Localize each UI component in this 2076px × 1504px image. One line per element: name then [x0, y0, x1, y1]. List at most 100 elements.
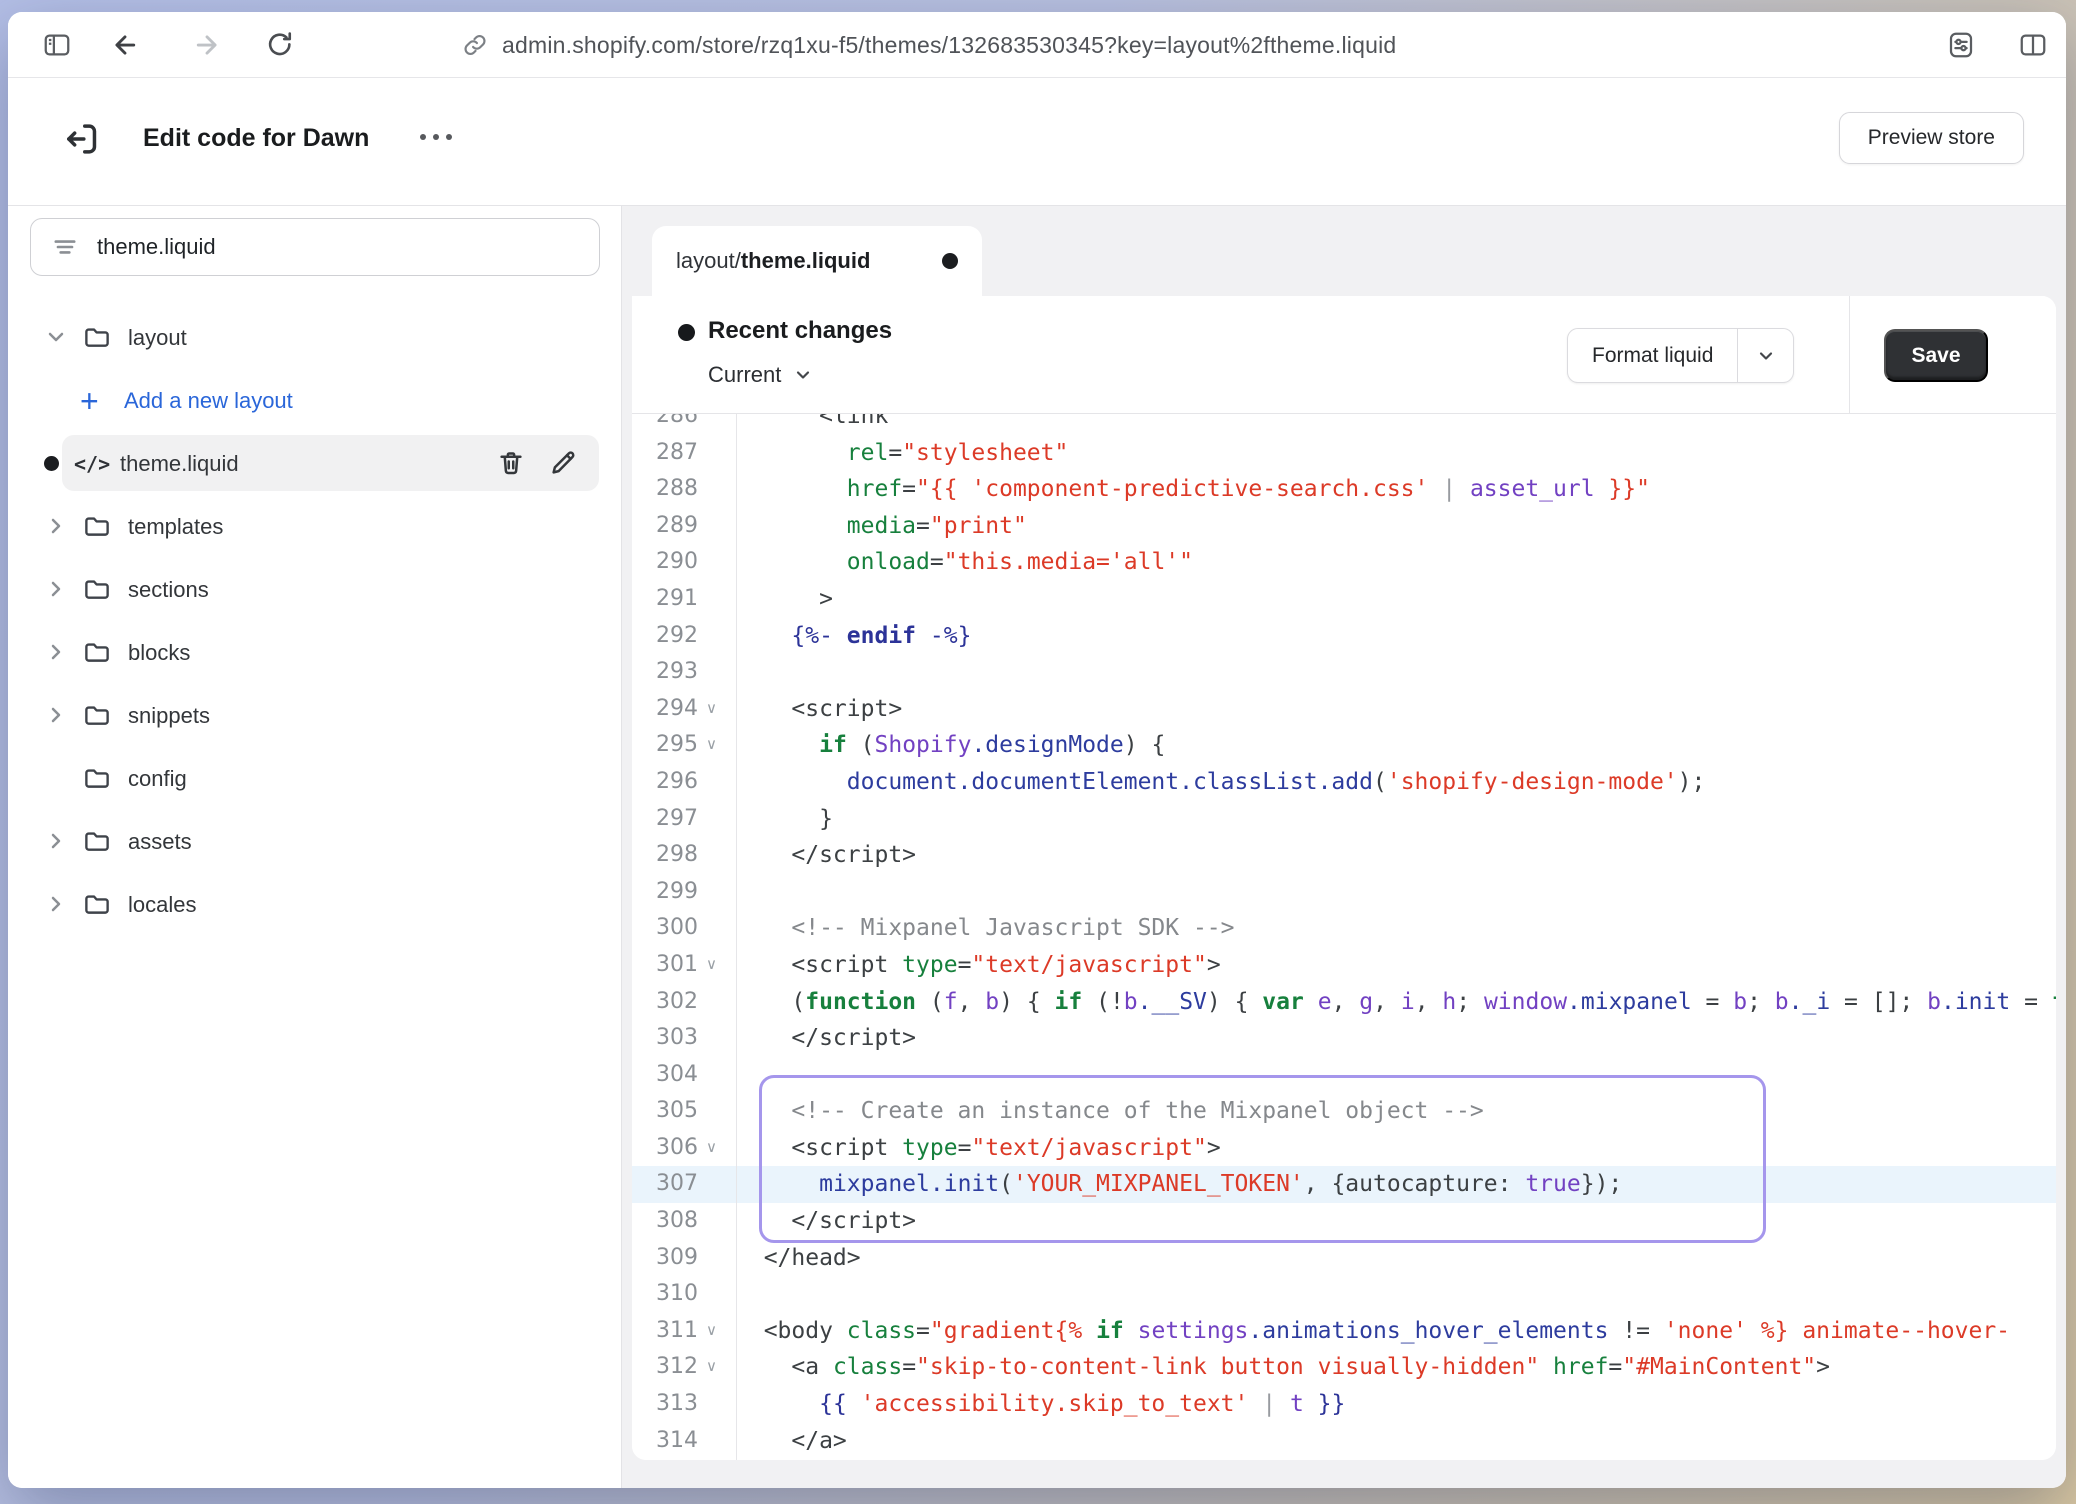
fold-toggle-icon[interactable]: ∨ — [698, 691, 736, 728]
code-editor[interactable]: 286 <link287 rel="stylesheet"288 href="{… — [632, 414, 2056, 1460]
fold-spacer — [698, 837, 736, 874]
more-options-icon[interactable] — [420, 134, 452, 140]
chevron-right-icon[interactable] — [44, 829, 68, 853]
code-text: </a> — [736, 1423, 847, 1460]
chevron-right-icon[interactable] — [44, 514, 68, 538]
code-text: media="print" — [736, 508, 1027, 545]
line-number: 303 — [632, 1020, 698, 1057]
recent-changes-title: Recent changes — [708, 317, 892, 345]
code-line-289[interactable]: 289 media="print" — [632, 508, 2056, 545]
code-line-290[interactable]: 290 onload="this.media='all'" — [632, 544, 2056, 581]
fold-toggle-icon[interactable]: ∨ — [698, 1130, 736, 1167]
code-text: } — [736, 801, 833, 838]
version-selector[interactable]: Current — [708, 362, 813, 388]
fold-spacer — [698, 414, 736, 435]
code-text: </script> — [736, 1020, 916, 1057]
sidebar-folder-layout[interactable]: layout — [8, 306, 621, 369]
sidebar-folder-blocks[interactable]: blocks — [8, 621, 621, 684]
code-line-307[interactable]: 307 mixpanel.init('YOUR_MIXPANEL_TOKEN',… — [632, 1166, 2056, 1203]
code-line-291[interactable]: 291 > — [632, 581, 2056, 618]
chevron-down-icon[interactable] — [44, 325, 68, 349]
code-line-313[interactable]: 313 {{ 'accessibility.skip_to_text' | t … — [632, 1386, 2056, 1423]
fold-spacer — [698, 471, 736, 508]
code-line-294[interactable]: 294∨ <script> — [632, 691, 2056, 728]
chevron-right-icon[interactable] — [44, 703, 68, 727]
code-line-301[interactable]: 301∨ <script type="text/javascript"> — [632, 947, 2056, 984]
code-line-310[interactable]: 310 — [632, 1276, 2056, 1313]
code-line-286[interactable]: 286 <link — [632, 414, 2056, 435]
line-number: 298 — [632, 837, 698, 874]
fold-toggle-icon[interactable]: ∨ — [698, 947, 736, 984]
code-line-292[interactable]: 292 {%- endif -%} — [632, 618, 2056, 655]
line-number: 289 — [632, 508, 698, 545]
chevron-right-icon[interactable] — [44, 577, 68, 601]
code-text: <script type="text/javascript"> — [736, 947, 1221, 984]
search-input[interactable] — [30, 218, 600, 276]
code-line-302[interactable]: 302 (function (f, b) { if (!b.__SV) { va… — [632, 984, 2056, 1021]
code-line-311[interactable]: 311∨ <body class="gradient{% if settings… — [632, 1313, 2056, 1350]
forward-icon[interactable] — [192, 30, 222, 60]
browser-window: admin.shopify.com/store/rzq1xu-f5/themes… — [8, 12, 2066, 1488]
code-text: if (Shopify.designMode) { — [736, 727, 1165, 764]
code-line-308[interactable]: 308 </script> — [632, 1203, 2056, 1240]
add-new-layout-button[interactable]: +Add a new layout — [8, 369, 621, 432]
fold-spacer — [698, 581, 736, 618]
fold-toggle-icon[interactable]: ∨ — [698, 727, 736, 764]
code-line-306[interactable]: 306∨ <script type="text/javascript"> — [632, 1130, 2056, 1167]
folder-icon — [82, 511, 112, 541]
fold-toggle-icon[interactable]: ∨ — [698, 1313, 736, 1350]
line-number: 293 — [632, 654, 698, 691]
code-line-300[interactable]: 300 <!-- Mixpanel Javascript SDK --> — [632, 910, 2056, 947]
save-button[interactable]: Save — [1884, 329, 1988, 382]
rename-file-icon[interactable] — [548, 448, 578, 478]
code-line-295[interactable]: 295∨ if (Shopify.designMode) { — [632, 727, 2056, 764]
fold-toggle-icon[interactable]: ∨ — [698, 1349, 736, 1386]
sidebar-file-theme.liquid[interactable]: </>theme.liquid — [8, 432, 621, 495]
code-line-309[interactable]: 309 </head> — [632, 1240, 2056, 1277]
line-number: 297 — [632, 801, 698, 838]
chevron-right-icon[interactable] — [44, 892, 68, 916]
sidebar-folder-sections[interactable]: sections — [8, 558, 621, 621]
refresh-icon[interactable] — [265, 30, 295, 60]
delete-file-icon[interactable] — [496, 448, 526, 478]
code-line-312[interactable]: 312∨ <a class="skip-to-content-link butt… — [632, 1349, 2056, 1386]
code-line-293[interactable]: 293 — [632, 654, 2056, 691]
code-line-298[interactable]: 298 </script> — [632, 837, 2056, 874]
code-line-296[interactable]: 296 document.documentElement.classList.a… — [632, 764, 2056, 801]
chevron-down-icon — [793, 365, 813, 385]
tab-theme-liquid[interactable]: layout/theme.liquid — [652, 226, 982, 296]
line-number: 310 — [632, 1276, 698, 1313]
sidebar-folder-config[interactable]: config — [8, 747, 621, 810]
sidebar-folder-assets[interactable]: assets — [8, 810, 621, 873]
format-options-toggle[interactable] — [1737, 329, 1793, 382]
chevron-right-icon[interactable] — [44, 640, 68, 664]
format-liquid-button[interactable]: Format liquid — [1567, 328, 1794, 383]
code-text: document.documentElement.classList.add('… — [736, 764, 1705, 801]
code-line-304[interactable]: 304 — [632, 1057, 2056, 1094]
folder-icon — [82, 700, 112, 730]
folder-label: config — [128, 766, 187, 792]
fold-spacer — [698, 508, 736, 545]
preview-store-button[interactable]: Preview store — [1839, 112, 2024, 164]
fold-spacer — [698, 1093, 736, 1130]
sidebar-folder-locales[interactable]: locales — [8, 873, 621, 936]
sidebar-folder-snippets[interactable]: snippets — [8, 684, 621, 747]
line-number: 313 — [632, 1386, 698, 1423]
file-sidebar: layout+Add a new layout</>theme.liquidte… — [8, 206, 622, 1488]
back-icon[interactable] — [110, 30, 140, 60]
code-line-297[interactable]: 297 } — [632, 801, 2056, 838]
sidebar-toggle-icon[interactable] — [42, 30, 72, 60]
folder-icon — [82, 322, 112, 352]
code-line-303[interactable]: 303 </script> — [632, 1020, 2056, 1057]
code-line-287[interactable]: 287 rel="stylesheet" — [632, 435, 2056, 472]
code-line-288[interactable]: 288 href="{{ 'component-predictive-searc… — [632, 471, 2056, 508]
code-line-305[interactable]: 305 <!-- Create an instance of the Mixpa… — [632, 1093, 2056, 1130]
exit-editor-icon[interactable] — [60, 117, 104, 161]
code-line-314[interactable]: 314 </a> — [632, 1423, 2056, 1460]
folder-label: blocks — [128, 640, 190, 666]
sidebar-folder-templates[interactable]: templates — [8, 495, 621, 558]
split-view-icon[interactable] — [2018, 30, 2048, 60]
page-settings-icon[interactable] — [1946, 30, 1976, 60]
url-bar[interactable]: admin.shopify.com/store/rzq1xu-f5/themes… — [462, 12, 1396, 78]
code-line-299[interactable]: 299 — [632, 874, 2056, 911]
